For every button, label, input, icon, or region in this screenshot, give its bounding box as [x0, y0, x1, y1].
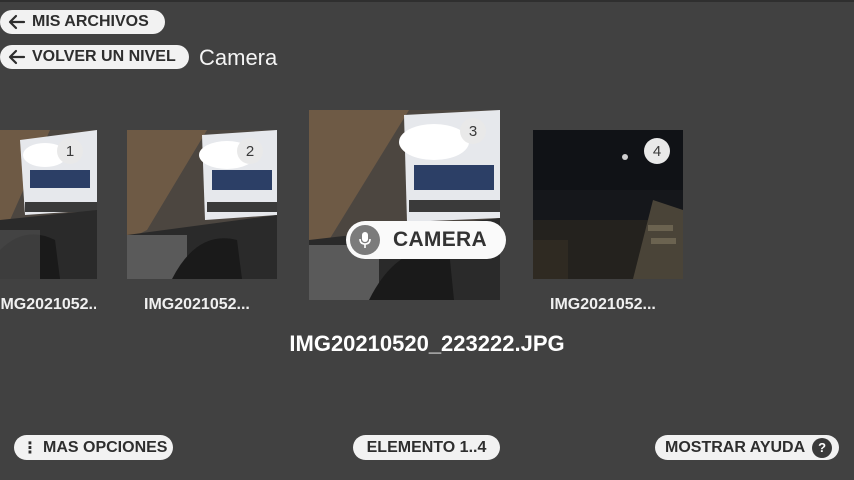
- folder-title: Camera: [199, 45, 278, 70]
- item-number-badge: 4: [644, 138, 670, 164]
- item-caption: IMG2021052...: [144, 296, 250, 313]
- arrow-left-icon: [8, 14, 26, 30]
- item-number-badge: 1: [57, 138, 83, 164]
- voice-command-label: CAMERA: [393, 228, 487, 251]
- gallery-item-4[interactable]: 4: [533, 130, 683, 279]
- item-number-badge: 3: [460, 118, 486, 144]
- element-range-label: ELEMENTO 1..4: [366, 438, 487, 456]
- top-divider: [0, 0, 854, 2]
- question-icon: ?: [812, 437, 833, 458]
- show-help-label: MOSTRAR AYUDA: [665, 438, 806, 456]
- my-files-button[interactable]: MIS ARCHIVOS: [0, 10, 165, 34]
- arrow-left-icon: [8, 49, 26, 65]
- more-options-label: MAS OPCIONES: [43, 438, 168, 456]
- selected-filename: IMG20210520_223222.JPG: [289, 331, 565, 356]
- go-up-label: VOLVER UN NIVEL: [32, 48, 176, 65]
- more-options-button[interactable]: ⋮ MAS OPCIONES: [14, 435, 173, 460]
- gallery-item-3[interactable]: 3: [309, 110, 500, 300]
- show-help-button[interactable]: MOSTRAR AYUDA ?: [655, 435, 839, 460]
- my-files-label: MIS ARCHIVOS: [32, 13, 149, 30]
- gallery-item-2[interactable]: 2: [127, 130, 277, 279]
- item-caption: IMG2021052...: [0, 296, 96, 313]
- microphone-icon: [350, 225, 380, 255]
- element-range-button[interactable]: ELEMENTO 1..4: [353, 435, 500, 460]
- voice-command-chip[interactable]: CAMERA: [346, 221, 506, 259]
- file-browser-screen: MIS ARCHIVOS VOLVER UN NIVEL Camera 1 2 …: [0, 0, 854, 480]
- gallery-item-1[interactable]: 1: [0, 130, 97, 279]
- go-up-button[interactable]: VOLVER UN NIVEL: [0, 45, 189, 69]
- item-caption: IMG2021052...: [550, 296, 656, 313]
- more-vertical-icon: ⋮: [22, 439, 38, 457]
- item-number-badge: 2: [237, 138, 263, 164]
